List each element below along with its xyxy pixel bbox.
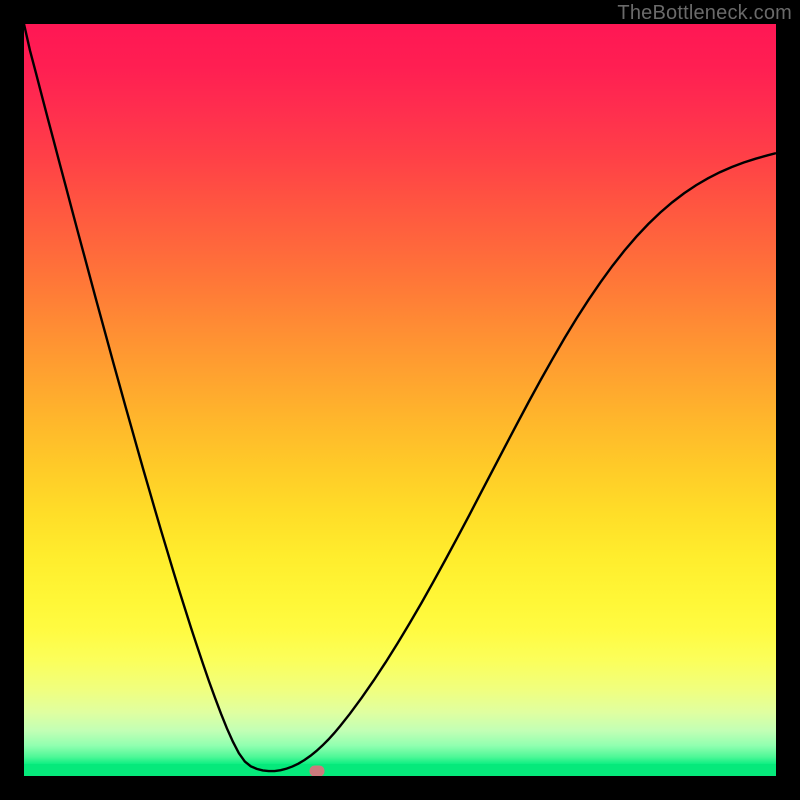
chart-curve-layer [24, 24, 776, 776]
chart-plot-area [24, 24, 776, 776]
bottleneck-curve-path [24, 24, 776, 771]
optimal-point-marker [310, 766, 325, 776]
watermark-text: TheBottleneck.com [617, 2, 792, 25]
